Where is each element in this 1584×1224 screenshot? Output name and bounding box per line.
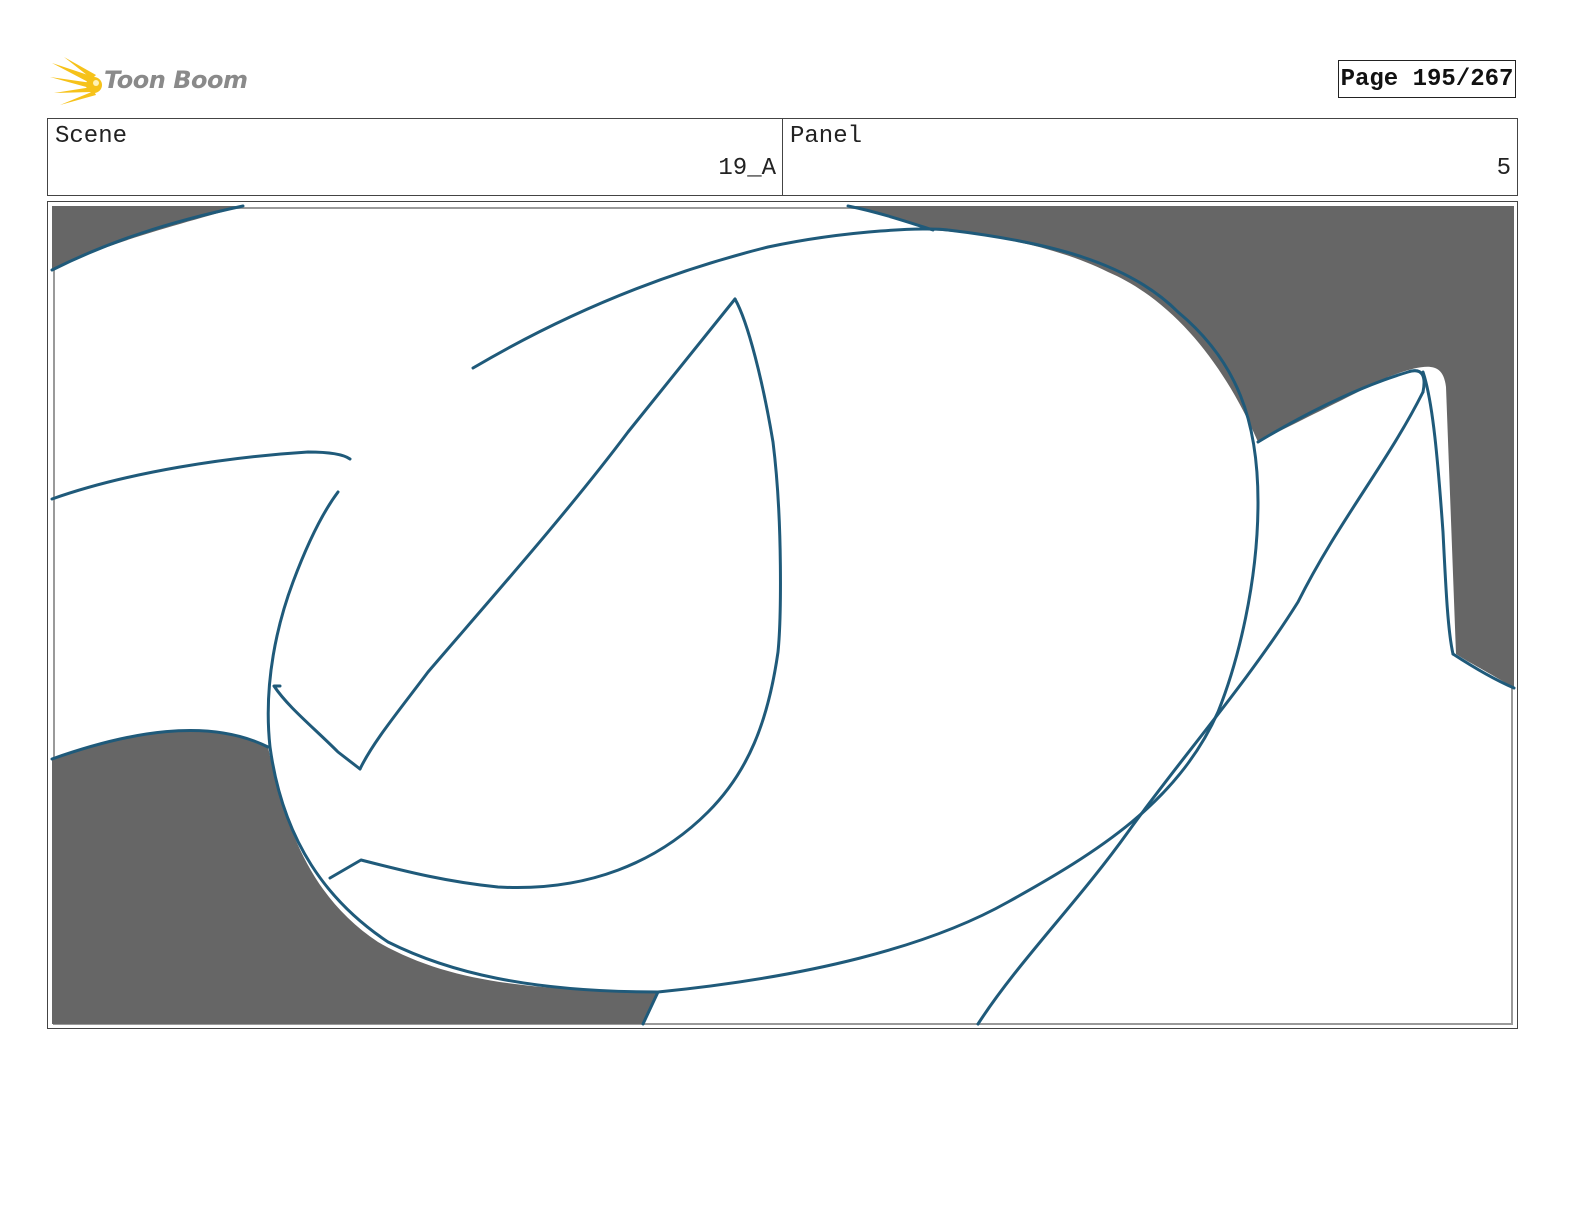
scene-value: 19_A: [718, 155, 776, 182]
shadow-fills: [52, 206, 1514, 1024]
panel-label: Panel: [790, 123, 863, 150]
scene-panel-table: Scene 19_A Panel 5: [47, 118, 1518, 196]
panel-drawing: [50, 204, 1516, 1026]
storyboard-frame: [47, 201, 1518, 1029]
logo-text: Toon Boom: [104, 66, 248, 94]
panel-value: 5: [1496, 155, 1511, 182]
scene-cell: Scene 19_A: [48, 119, 783, 195]
panel-cell: Panel 5: [783, 119, 1517, 195]
scene-label: Scene: [55, 123, 128, 150]
page-indicator: Page 195/267: [1338, 60, 1516, 98]
